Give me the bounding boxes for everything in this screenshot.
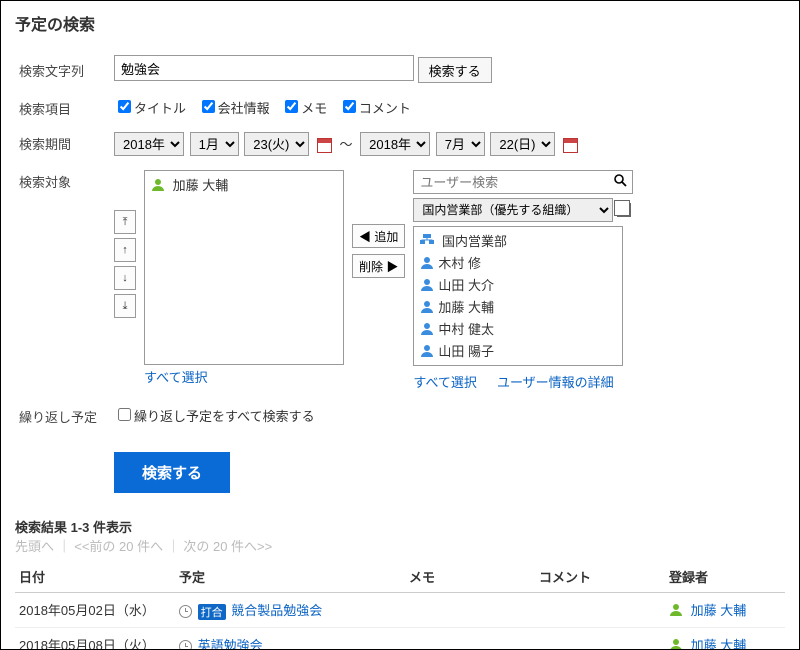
col-memo: メモ xyxy=(405,561,535,593)
from-day[interactable]: 23(火) xyxy=(244,132,309,156)
list-item: 中村 健太 xyxy=(420,319,616,341)
user-search-box[interactable] xyxy=(413,170,633,194)
user-details-link[interactable]: ユーザー情報の詳細 xyxy=(497,372,614,391)
search-button-inline[interactable]: 検索する xyxy=(418,57,492,83)
date-sep: ～ xyxy=(340,137,353,152)
list-item: 加藤 大輔 xyxy=(420,297,616,319)
from-month[interactable]: 1月 xyxy=(190,132,239,156)
col-date: 日付 xyxy=(15,561,175,593)
order-top[interactable]: ⤒ xyxy=(114,210,136,234)
order-down[interactable]: ↓ xyxy=(114,266,136,290)
schedule-link: 英語勉強会 xyxy=(198,638,263,650)
label-search-items: 検索項目 xyxy=(15,91,110,126)
person-icon xyxy=(420,344,434,358)
order-up[interactable]: ↑ xyxy=(114,238,136,262)
to-month[interactable]: 7月 xyxy=(436,132,485,156)
label-search-period: 検索期間 xyxy=(15,126,110,164)
person-icon xyxy=(669,638,683,650)
tag: 打合 xyxy=(198,604,226,620)
person-icon xyxy=(669,603,683,617)
creator-link: 加藤 大輔 xyxy=(691,603,747,618)
list-item: 山田 大介 xyxy=(420,275,616,297)
list-item: 加藤 大輔 xyxy=(151,175,337,197)
results-table: 日付 予定 メモ コメント 登録者 2018年05月02日（水） 打合 競合製品… xyxy=(15,561,785,650)
selected-users-list[interactable]: 加藤 大輔 xyxy=(144,170,344,365)
person-icon xyxy=(151,178,165,192)
person-icon xyxy=(420,322,434,336)
org-select[interactable]: 国内営業部（優先する組織） xyxy=(413,198,613,222)
schedule-link: 競合製品勉強会 xyxy=(231,603,322,618)
remove-button[interactable]: 削除 ▶ xyxy=(352,254,405,278)
cb-comment[interactable]: コメント xyxy=(339,101,411,116)
list-item: 国内営業部 xyxy=(420,231,616,253)
pager: 先頭へ ｜ <<前の 20 件へ ｜ 次の 20 件へ>> xyxy=(15,536,785,555)
page-title: 予定の検索 xyxy=(15,11,785,35)
select-all-right[interactable]: すべて選択 xyxy=(413,372,477,391)
list-item: 山田 陽子 xyxy=(420,341,616,363)
calendar-icon[interactable] xyxy=(317,138,332,153)
cb-memo[interactable]: メモ xyxy=(281,101,327,116)
cb-recurring[interactable]: 繰り返し予定をすべて検索する xyxy=(114,409,315,424)
order-bottom[interactable]: ⤓ xyxy=(114,294,136,318)
calendar-icon[interactable] xyxy=(563,138,578,153)
clock-icon xyxy=(179,605,192,618)
col-creator: 登録者 xyxy=(665,561,785,593)
org-icon xyxy=(420,234,434,248)
list-item: 木村 修 xyxy=(420,253,616,275)
list-item: 小林 恵 xyxy=(420,363,616,366)
cb-company[interactable]: 会社情報 xyxy=(198,101,270,116)
to-year[interactable]: 2018年 xyxy=(360,132,430,156)
from-year[interactable]: 2018年 xyxy=(114,132,184,156)
to-day[interactable]: 22(日) xyxy=(490,132,555,156)
table-row: 2018年05月08日（火） 英語勉強会 加藤 大輔 xyxy=(15,627,785,650)
search-icon[interactable] xyxy=(609,174,632,190)
person-icon xyxy=(420,256,434,270)
person-icon xyxy=(420,278,434,292)
person-icon xyxy=(420,300,434,314)
user-search-input[interactable] xyxy=(414,175,609,190)
table-row: 2018年05月02日（水） 打合 競合製品勉強会 加藤 大輔 xyxy=(15,593,785,628)
select-all-left[interactable]: すべて選択 xyxy=(144,367,208,386)
candidate-users-list[interactable]: 国内営業部 木村 修 山田 大介 加藤 大輔 中村 健太 山田 陽子 小林 恵 xyxy=(413,226,623,366)
label-search-string: 検索文字列 xyxy=(15,49,110,91)
search-input[interactable] xyxy=(114,55,414,81)
search-button-main[interactable]: 検索する xyxy=(114,452,230,493)
window-icon[interactable] xyxy=(617,203,631,217)
clock-icon xyxy=(179,640,192,650)
label-recurring: 繰り返し予定 xyxy=(15,399,110,434)
label-search-target: 検索対象 xyxy=(15,164,110,399)
creator-link: 加藤 大輔 xyxy=(691,638,747,650)
cb-title[interactable]: タイトル xyxy=(114,101,186,116)
col-comment: コメント xyxy=(535,561,665,593)
col-schedule: 予定 xyxy=(175,561,405,593)
add-button[interactable]: ◀ 追加 xyxy=(352,224,405,248)
result-count: 検索結果 1-3 件表示 xyxy=(15,517,785,536)
